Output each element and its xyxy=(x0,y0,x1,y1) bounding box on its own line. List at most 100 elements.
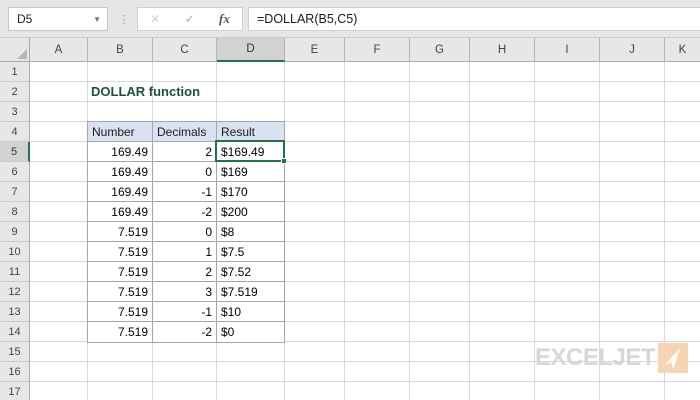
cell[interactable] xyxy=(30,102,88,122)
cell[interactable] xyxy=(217,362,285,382)
cell[interactable] xyxy=(535,122,600,142)
cell[interactable] xyxy=(217,342,285,362)
column-header-I[interactable]: I xyxy=(535,38,600,62)
cell[interactable] xyxy=(665,142,700,162)
cell[interactable] xyxy=(410,382,470,400)
cell[interactable] xyxy=(535,182,600,202)
table-cell[interactable]: $7.52 xyxy=(217,262,284,282)
cell[interactable] xyxy=(600,182,665,202)
cell[interactable] xyxy=(285,62,345,82)
cell[interactable] xyxy=(470,322,535,342)
cell[interactable] xyxy=(153,362,217,382)
row-header-7[interactable]: 7 xyxy=(0,182,30,202)
cell[interactable] xyxy=(470,222,535,242)
cell[interactable] xyxy=(30,342,88,362)
table-cell[interactable]: -2 xyxy=(153,202,217,222)
cell[interactable] xyxy=(470,142,535,162)
cell[interactable] xyxy=(600,242,665,262)
row-header-16[interactable]: 16 xyxy=(0,362,30,382)
cell[interactable] xyxy=(30,202,88,222)
cell[interactable] xyxy=(535,222,600,242)
table-cell[interactable]: 169.49 xyxy=(88,162,153,182)
cell[interactable] xyxy=(345,82,410,102)
table-cell[interactable]: 7.519 xyxy=(88,242,153,262)
cell[interactable] xyxy=(30,322,88,342)
row-header-9[interactable]: 9 xyxy=(0,222,30,242)
cell[interactable] xyxy=(285,162,345,182)
cell[interactable] xyxy=(410,282,470,302)
cell[interactable] xyxy=(535,142,600,162)
cell[interactable] xyxy=(217,82,285,102)
cell[interactable] xyxy=(30,122,88,142)
cell[interactable] xyxy=(30,82,88,102)
cell[interactable] xyxy=(285,222,345,242)
cell[interactable] xyxy=(285,262,345,282)
table-cell[interactable]: 169.49 xyxy=(88,142,153,162)
table-cell[interactable]: -1 xyxy=(153,182,217,202)
column-header-A[interactable]: A xyxy=(30,38,88,62)
cell[interactable] xyxy=(88,362,153,382)
cell[interactable] xyxy=(470,342,535,362)
cell[interactable] xyxy=(665,122,700,142)
cell[interactable] xyxy=(217,102,285,122)
cell[interactable] xyxy=(535,302,600,322)
table-cell[interactable]: $7.5 xyxy=(217,242,284,262)
table-cell[interactable]: 7.519 xyxy=(88,302,153,322)
cell[interactable] xyxy=(665,202,700,222)
cell[interactable] xyxy=(535,62,600,82)
column-header-J[interactable]: J xyxy=(600,38,665,62)
cell[interactable] xyxy=(410,322,470,342)
cell[interactable] xyxy=(217,62,285,82)
cell[interactable] xyxy=(30,262,88,282)
cell[interactable] xyxy=(30,62,88,82)
cell[interactable] xyxy=(88,102,153,122)
cell[interactable] xyxy=(470,182,535,202)
enter-icon[interactable]: ✓ xyxy=(185,12,195,26)
cell[interactable] xyxy=(470,362,535,382)
cell[interactable] xyxy=(410,182,470,202)
row-header-13[interactable]: 13 xyxy=(0,302,30,322)
cell[interactable] xyxy=(665,322,700,342)
cell[interactable] xyxy=(535,382,600,400)
cell[interactable] xyxy=(345,62,410,82)
cell[interactable] xyxy=(285,302,345,322)
cell[interactable] xyxy=(30,302,88,322)
cell[interactable] xyxy=(410,262,470,282)
cell[interactable] xyxy=(600,82,665,102)
cell[interactable] xyxy=(345,342,410,362)
cell[interactable] xyxy=(665,102,700,122)
column-header-H[interactable]: H xyxy=(470,38,535,62)
cell[interactable] xyxy=(345,382,410,400)
table-cell[interactable]: 2 xyxy=(153,142,217,162)
row-header-11[interactable]: 11 xyxy=(0,262,30,282)
cell[interactable] xyxy=(345,282,410,302)
cell[interactable] xyxy=(665,182,700,202)
table-header-cell[interactable]: Number xyxy=(88,122,153,142)
row-header-2[interactable]: 2 xyxy=(0,82,30,102)
cell[interactable] xyxy=(600,322,665,342)
cell[interactable] xyxy=(410,202,470,222)
table-cell[interactable]: -1 xyxy=(153,302,217,322)
table-cell[interactable]: 7.519 xyxy=(88,282,153,302)
cell[interactable] xyxy=(600,382,665,400)
cell[interactable] xyxy=(470,162,535,182)
cell[interactable] xyxy=(285,322,345,342)
cell[interactable] xyxy=(600,302,665,322)
table-header-cell[interactable]: Result xyxy=(217,122,284,142)
row-header-17[interactable]: 17 xyxy=(0,382,30,400)
cell[interactable] xyxy=(410,242,470,262)
cell[interactable] xyxy=(88,382,153,400)
table-cell[interactable]: $0 xyxy=(217,322,284,342)
cell[interactable] xyxy=(470,82,535,102)
cell[interactable] xyxy=(410,62,470,82)
cell[interactable] xyxy=(153,342,217,362)
cell[interactable] xyxy=(470,302,535,322)
cell[interactable] xyxy=(535,162,600,182)
table-cell[interactable]: 1 xyxy=(153,242,217,262)
cell[interactable] xyxy=(153,102,217,122)
cell[interactable] xyxy=(535,282,600,302)
cell[interactable] xyxy=(217,382,285,400)
cell[interactable] xyxy=(30,242,88,262)
table-cell[interactable]: $8 xyxy=(217,222,284,242)
cell[interactable] xyxy=(410,302,470,322)
